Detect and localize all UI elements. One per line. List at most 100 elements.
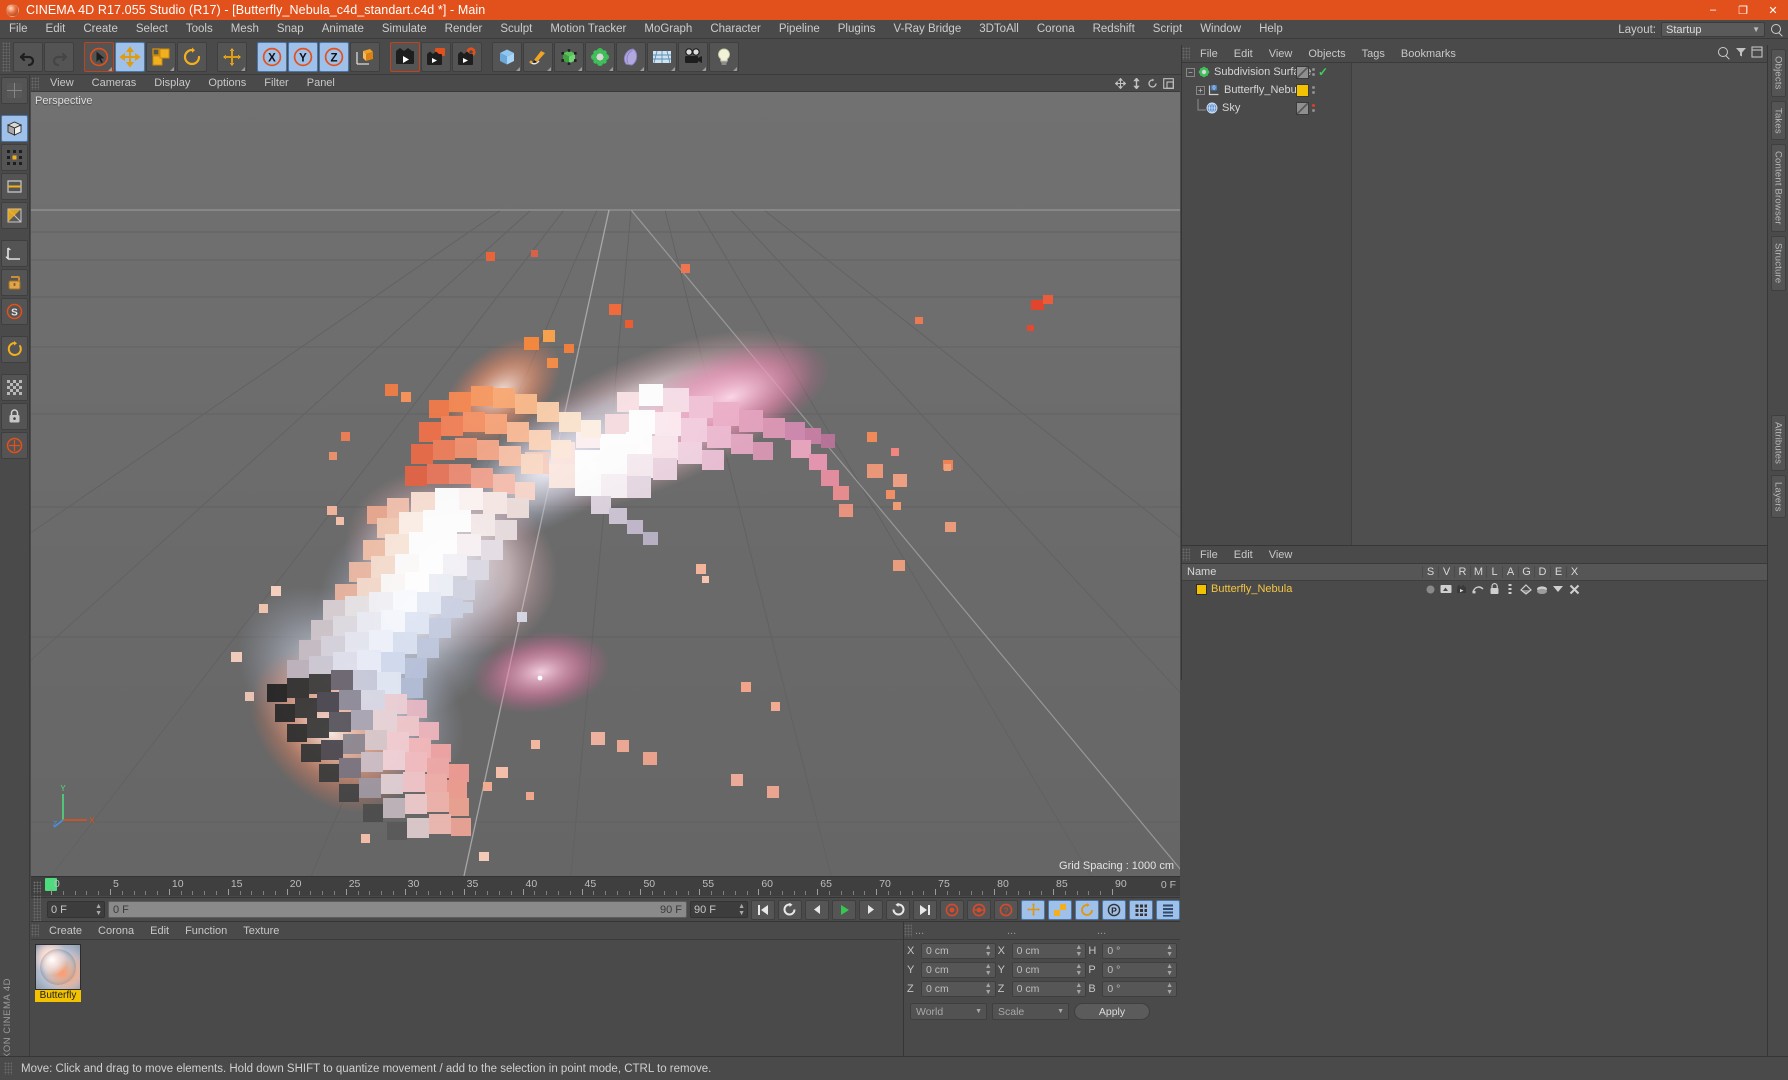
maximize-viewport-icon[interactable] xyxy=(1163,77,1174,89)
rotate-tool-icon[interactable] xyxy=(177,41,207,72)
coordinate-system-dropdown[interactable]: World ▼ xyxy=(910,1003,987,1020)
tab-content-browser[interactable]: Content Browser xyxy=(1770,144,1786,233)
spinner-icon[interactable]: ▲ ▼ xyxy=(985,944,992,958)
viewport-menu-view[interactable]: View xyxy=(41,77,83,89)
object-menu-file[interactable]: File xyxy=(1192,48,1226,60)
spinner-icon[interactable]: ▲ ▼ xyxy=(1166,963,1173,977)
tab-attributes[interactable]: Attributes xyxy=(1770,414,1786,471)
material-row-name-cell[interactable]: Butterfly_Nebula xyxy=(1182,583,1422,595)
coord-field-size-y[interactable]: 0 cm ▲ ▼ xyxy=(1011,961,1087,978)
floor-environment-icon[interactable] xyxy=(647,41,677,72)
apply-button[interactable]: Apply xyxy=(1074,1003,1150,1020)
cell-r[interactable] xyxy=(1454,584,1470,594)
cell-d[interactable] xyxy=(1534,584,1550,595)
coord-field-rot-b[interactable]: 0 ° ▲ ▼ xyxy=(1102,980,1178,997)
panel-options-icon[interactable] xyxy=(1751,46,1763,61)
playbar-grip[interactable] xyxy=(33,894,41,925)
timeline-track[interactable]: 0 5 10 15 20 25 30 35 40 45 50 55 60 65 70 75 80 85 90 xyxy=(45,877,1127,897)
object-menu-view[interactable]: View xyxy=(1261,48,1301,60)
close-button[interactable]: ✕ xyxy=(1758,0,1788,20)
menu-render[interactable]: Render xyxy=(436,20,492,39)
axis-z-button[interactable]: Z xyxy=(319,41,349,72)
object-menu-tags[interactable]: Tags xyxy=(1354,48,1393,60)
minimize-button[interactable]: – xyxy=(1698,0,1728,20)
object-menu-objects[interactable]: Objects xyxy=(1300,48,1353,60)
tab-structure[interactable]: Structure xyxy=(1770,236,1786,291)
menu-edit[interactable]: Edit xyxy=(37,20,75,39)
coordinate-grip[interactable] xyxy=(904,924,912,937)
model-mode-icon[interactable] xyxy=(1,240,28,267)
coord-field-size-z[interactable]: 0 cm ▲ ▼ xyxy=(1011,980,1087,997)
menu-select[interactable]: Select xyxy=(127,20,177,39)
menu-window[interactable]: Window xyxy=(1191,20,1250,39)
go-to-end-button[interactable] xyxy=(913,899,937,920)
column-header-d[interactable]: D xyxy=(1534,566,1550,578)
coord-field-pos-y[interactable]: 0 cm ▲ ▼ xyxy=(921,961,996,978)
generator-icon[interactable] xyxy=(554,41,584,72)
coord-field-rot-h[interactable]: 0 ° ▲ ▼ xyxy=(1102,942,1178,959)
axis-x-button[interactable]: X xyxy=(257,41,287,72)
object-tree[interactable]: − Subdivision Surface + 0 Butterfly_Nebu… xyxy=(1182,63,1352,545)
autokeying-button[interactable] xyxy=(967,899,991,920)
current-frame-field[interactable]: 0 F ▲ ▼ xyxy=(47,901,105,918)
move-axis-icon[interactable] xyxy=(217,41,247,72)
sky-tag-icon[interactable] xyxy=(1296,101,1309,115)
play-button[interactable] xyxy=(832,899,856,920)
pan-icon[interactable] xyxy=(1114,77,1127,89)
timeline-toggle-button[interactable] xyxy=(1156,899,1180,920)
material-menu-texture[interactable]: Texture xyxy=(235,925,287,937)
object-manager-empty-area[interactable] xyxy=(1352,63,1767,545)
column-header-l[interactable]: L xyxy=(1486,566,1502,578)
object-menu-edit[interactable]: Edit xyxy=(1226,48,1261,60)
column-header-g[interactable]: G xyxy=(1518,566,1534,578)
menu-tools[interactable]: Tools xyxy=(177,20,222,39)
menu-simulate[interactable]: Simulate xyxy=(373,20,436,39)
column-header-m[interactable]: M xyxy=(1470,566,1486,578)
subdivision-surface-icon[interactable] xyxy=(585,41,615,72)
spinner-icon[interactable]: ▲ ▼ xyxy=(1075,982,1082,996)
column-header-e[interactable]: E xyxy=(1550,566,1566,578)
coord-field-pos-x[interactable]: 0 cm ▲ ▼ xyxy=(921,942,996,959)
material-tag-icon[interactable] xyxy=(1296,83,1309,97)
cell-x[interactable] xyxy=(1566,584,1582,595)
maximize-button[interactable]: ❐ xyxy=(1728,0,1758,20)
coord-field-rot-p[interactable]: 0 ° ▲ ▼ xyxy=(1102,961,1178,978)
coord-field-pos-z[interactable]: 0 cm ▲ ▼ xyxy=(921,980,996,997)
column-header-v[interactable]: V xyxy=(1438,566,1454,578)
visibility-dots-icon-3[interactable] xyxy=(1312,104,1315,112)
add-cube-icon[interactable] xyxy=(492,41,522,72)
deformer-icon[interactable] xyxy=(616,41,646,72)
param-key-button[interactable]: P xyxy=(1102,899,1126,920)
material-list[interactable]: Butterfly xyxy=(31,940,903,1056)
step-forward-button[interactable] xyxy=(859,899,883,920)
dolly-icon[interactable] xyxy=(1131,76,1142,90)
menu-pipeline[interactable]: Pipeline xyxy=(770,20,829,39)
column-header-r[interactable]: R xyxy=(1454,566,1470,578)
axis-modify-icon[interactable] xyxy=(1,336,28,363)
layout-dropdown[interactable]: Startup ▼ xyxy=(1661,22,1765,37)
scale-key-button[interactable] xyxy=(1048,899,1072,920)
step-back-button[interactable] xyxy=(805,899,829,920)
attribute-menu-grip[interactable] xyxy=(1182,548,1190,561)
menu-mograph[interactable]: MoGraph xyxy=(635,20,701,39)
enabled-check-icon[interactable]: ✓ xyxy=(1318,65,1328,79)
texture-mode-icon[interactable] xyxy=(1,269,28,296)
rotation-key-button[interactable] xyxy=(1075,899,1099,920)
spinner-icon-2[interactable]: ▲ ▼ xyxy=(738,903,745,917)
position-key-button[interactable] xyxy=(1021,899,1045,920)
spinner-icon[interactable]: ▲ ▼ xyxy=(95,903,102,917)
timeline-ruler[interactable]: 0 5 10 15 20 25 30 35 40 45 50 55 60 65 70 75 80 85 90 0 F xyxy=(31,876,1180,896)
redo-icon[interactable] xyxy=(44,41,74,72)
material-menu-grip[interactable] xyxy=(31,924,39,937)
material-item-butterfly[interactable]: Butterfly xyxy=(35,944,81,1002)
axis-y-button[interactable]: Y xyxy=(288,41,318,72)
enable-axis-icon[interactable]: S xyxy=(1,298,28,325)
timeline-grip[interactable] xyxy=(33,881,41,894)
menu-vray-bridge[interactable]: V-Ray Bridge xyxy=(884,20,970,39)
cell-l[interactable] xyxy=(1486,583,1502,595)
record-active-objects-button[interactable] xyxy=(940,899,964,920)
add-spline-icon[interactable] xyxy=(523,41,553,72)
menu-motion-tracker[interactable]: Motion Tracker xyxy=(541,20,635,39)
material-menu-edit[interactable]: Edit xyxy=(142,925,177,937)
undo-icon[interactable] xyxy=(13,41,43,72)
